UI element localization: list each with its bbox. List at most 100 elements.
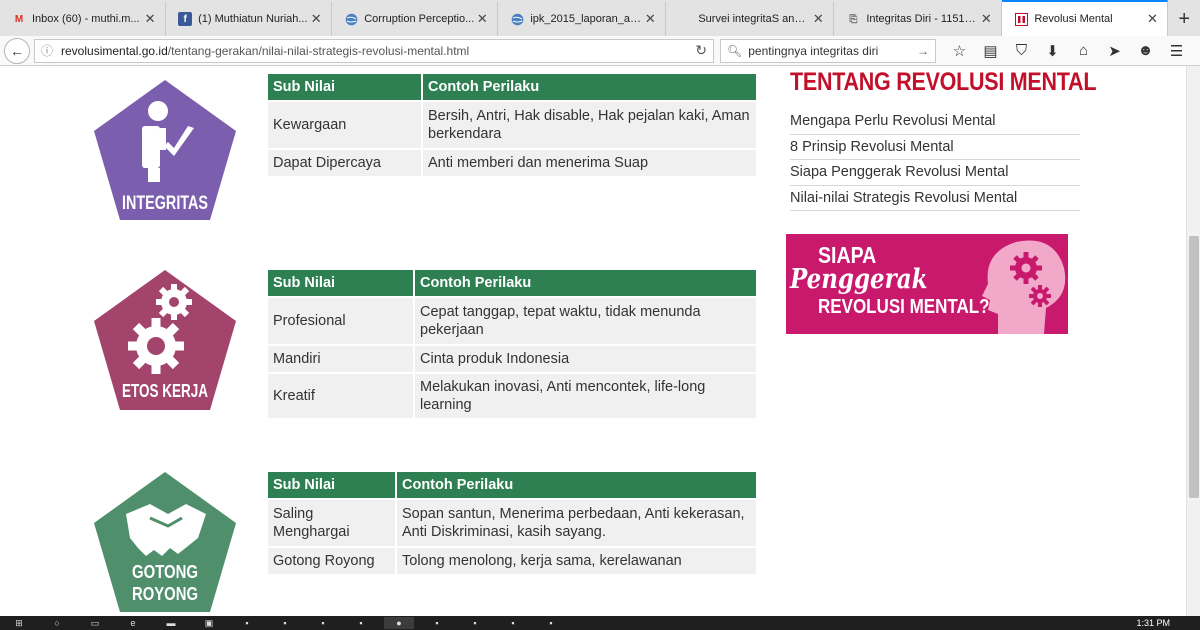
badge-label-line2: ROYONG bbox=[132, 584, 198, 604]
new-tab-button[interactable]: + bbox=[1168, 2, 1200, 36]
pocket-icon[interactable]: ⛉ bbox=[1006, 42, 1037, 59]
close-icon[interactable]: ✕ bbox=[309, 11, 323, 27]
column-header: Sub Nilai bbox=[268, 74, 421, 100]
url-host: revolusimental.go.id bbox=[61, 43, 168, 58]
page-scrollbar[interactable] bbox=[1186, 66, 1200, 616]
reload-icon[interactable]: ↻ bbox=[695, 42, 707, 59]
sub-nilai-cell: Dapat Dipercaya bbox=[268, 150, 421, 176]
bookmark-star-icon[interactable]: ☆ bbox=[944, 42, 975, 60]
document-icon: ⎘ bbox=[849, 13, 858, 25]
nav-bar: ← ⓘ revolusimental.go.id/tentang-gerakan… bbox=[0, 36, 1200, 66]
column-header: Contoh Perilaku bbox=[397, 472, 756, 498]
close-icon[interactable]: ✕ bbox=[1145, 11, 1159, 27]
tab-title: Inbox (60) - muthi.m... bbox=[32, 13, 140, 25]
tab-facebook[interactable]: f (1) Muthiatun Nuriah... ✕ bbox=[166, 2, 333, 36]
column-header: Sub Nilai bbox=[268, 472, 395, 498]
sub-nilai-cell: Gotong Royong bbox=[268, 548, 395, 574]
close-icon[interactable]: ✕ bbox=[811, 11, 825, 27]
sidebar-link-prinsip[interactable]: 8 Prinsip Revolusi Mental bbox=[790, 135, 1080, 160]
gotong-royong-badge: GOTONG ROYONG bbox=[90, 468, 240, 616]
table-header-row: Sub Nilai Contoh Perilaku bbox=[268, 472, 756, 498]
table-row: Kewargaan Bersih, Antri, Hak disable, Ha… bbox=[268, 102, 756, 148]
app-icon[interactable]: ▪ bbox=[270, 617, 300, 629]
column-header: Contoh Perilaku bbox=[415, 270, 756, 296]
table-row: Gotong Royong Tolong menolong, kerja sam… bbox=[268, 548, 756, 574]
app-icon[interactable]: ▪ bbox=[536, 617, 566, 629]
table-row: Dapat Dipercaya Anti memberi dan menerim… bbox=[268, 150, 756, 176]
url-text: revolusimental.go.id/tentang-gerakan/nil… bbox=[61, 44, 695, 58]
perilaku-cell: Sopan santun, Menerima perbedaan, Anti k… bbox=[397, 500, 756, 546]
sidebar-links: Mengapa Perlu Revolusi Mental 8 Prinsip … bbox=[790, 109, 1080, 211]
tab-integritas-diri[interactable]: ⎘ Integritas Diri - 115175... ✕ bbox=[834, 2, 1003, 36]
store-icon[interactable]: ▣ bbox=[194, 617, 224, 629]
penggerak-banner[interactable]: SIAPA Penggerak REVOLUSI MENTAL? bbox=[786, 234, 1068, 334]
close-icon[interactable]: ✕ bbox=[143, 11, 157, 27]
send-icon[interactable]: ➤ bbox=[1099, 42, 1130, 60]
firefox-icon[interactable]: ● bbox=[384, 617, 414, 629]
task-view-icon[interactable]: ▭ bbox=[80, 617, 110, 629]
app-icon[interactable]: ▪ bbox=[498, 617, 528, 629]
tab-title: Corruption Perceptio... bbox=[364, 13, 475, 25]
sidebar-title: TENTANG REVOLUSI MENTAL bbox=[790, 68, 1097, 96]
search-icon[interactable]: ○ bbox=[42, 617, 72, 629]
tab-title: Survei integritaS anak... bbox=[698, 13, 812, 25]
page-content: INTEGRITAS Sub Nilai Contoh Perilaku Kew… bbox=[0, 66, 1186, 616]
integritas-table: Sub Nilai Contoh Perilaku Kewargaan Bers… bbox=[266, 72, 758, 178]
perilaku-cell: Bersih, Antri, Hak disable, Hak pejalan … bbox=[423, 102, 756, 148]
tab-revolusi-mental[interactable]: Revolusi Mental ✕ bbox=[1002, 0, 1169, 36]
tab-title: Integritas Diri - 115175... bbox=[866, 13, 980, 25]
column-header: Contoh Perilaku bbox=[423, 74, 756, 100]
tab-title: ipk_2015_laporan_akh... bbox=[530, 13, 644, 25]
etos-kerja-table: Sub Nilai Contoh Perilaku Profesional Ce… bbox=[266, 268, 758, 420]
sub-nilai-cell: Kewargaan bbox=[268, 102, 421, 148]
tab-survei[interactable]: Survei integritaS anak... ✕ bbox=[666, 2, 835, 36]
column-header: Sub Nilai bbox=[268, 270, 413, 296]
taskbar-clock: 1:31 PM bbox=[1136, 618, 1170, 628]
close-icon[interactable]: ✕ bbox=[979, 11, 993, 27]
toolbar: ☆ ▤ ⛉ ⬇ ⌂ ➤ ☻ ☰ bbox=[944, 42, 1192, 60]
arrow-right-icon[interactable]: → bbox=[917, 44, 929, 58]
search-input[interactable]: pentingnya integritas diri bbox=[748, 44, 917, 58]
blank-icon bbox=[678, 12, 692, 26]
table-row: Kreatif Melakukan inovasi, Anti menconte… bbox=[268, 374, 756, 418]
edge-icon[interactable]: e bbox=[118, 617, 148, 629]
sub-nilai-cell: Profesional bbox=[268, 298, 413, 344]
tab-gmail[interactable]: M Inbox (60) - muthi.m... ✕ bbox=[0, 2, 167, 36]
app-icon[interactable]: ▪ bbox=[422, 617, 452, 629]
windows-start-icon[interactable]: ⊞ bbox=[4, 617, 34, 629]
table-row: Mandiri Cinta produk Indonesia bbox=[268, 346, 756, 372]
banner-line3: REVOLUSI MENTAL? bbox=[818, 296, 990, 318]
sub-nilai-cell: Mandiri bbox=[268, 346, 413, 372]
globe-icon bbox=[344, 12, 358, 26]
address-bar[interactable]: ⓘ revolusimental.go.id/tentang-gerakan/n… bbox=[34, 38, 714, 63]
app-icon[interactable]: ▪ bbox=[460, 617, 490, 629]
back-button[interactable]: ← bbox=[4, 37, 30, 64]
perilaku-cell: Tolong menolong, kerja sama, kerelawanan bbox=[397, 548, 756, 574]
reading-list-icon[interactable]: ▤ bbox=[975, 42, 1006, 60]
app-icon[interactable]: ▪ bbox=[346, 617, 376, 629]
banner-line2: Penggerak bbox=[790, 264, 928, 295]
close-icon[interactable]: ✕ bbox=[643, 11, 657, 27]
sub-nilai-cell: Saling Menghargai bbox=[268, 500, 395, 546]
close-icon[interactable]: ✕ bbox=[475, 11, 489, 27]
app-icon[interactable]: ▪ bbox=[308, 617, 338, 629]
tab-corruption[interactable]: Corruption Perceptio... ✕ bbox=[332, 2, 499, 36]
scrollbar-thumb[interactable] bbox=[1189, 236, 1199, 498]
tab-ipk[interactable]: ipk_2015_laporan_akh... ✕ bbox=[498, 2, 667, 36]
sidebar: TENTANG REVOLUSI MENTAL Mengapa Perlu Re… bbox=[790, 66, 1097, 211]
tab-title: (1) Muthiatun Nuriah... bbox=[198, 13, 308, 25]
sidebar-link-penggerak[interactable]: Siapa Penggerak Revolusi Mental bbox=[790, 160, 1080, 186]
sidebar-link-nilai[interactable]: Nilai-nilai Strategis Revolusi Mental bbox=[790, 186, 1080, 211]
sidebar-link-mengapa[interactable]: Mengapa Perlu Revolusi Mental bbox=[790, 109, 1080, 135]
menu-icon[interactable]: ☰ bbox=[1161, 42, 1192, 60]
folder-icon[interactable]: ▬ bbox=[156, 617, 186, 629]
download-icon[interactable]: ⬇ bbox=[1037, 42, 1068, 60]
info-icon[interactable]: ⓘ bbox=[41, 42, 53, 59]
perilaku-cell: Melakukan inovasi, Anti mencontek, life-… bbox=[415, 374, 756, 418]
search-bar[interactable]: 🔍︎ pentingnya integritas diri → bbox=[720, 38, 936, 63]
home-icon[interactable]: ⌂ bbox=[1068, 42, 1099, 59]
app-icon[interactable]: ▪ bbox=[232, 617, 262, 629]
chat-icon[interactable]: ☻ bbox=[1130, 42, 1161, 59]
etos-kerja-badge: ETOS KERJA bbox=[90, 266, 240, 414]
badge-label: ETOS KERJA bbox=[122, 381, 208, 401]
